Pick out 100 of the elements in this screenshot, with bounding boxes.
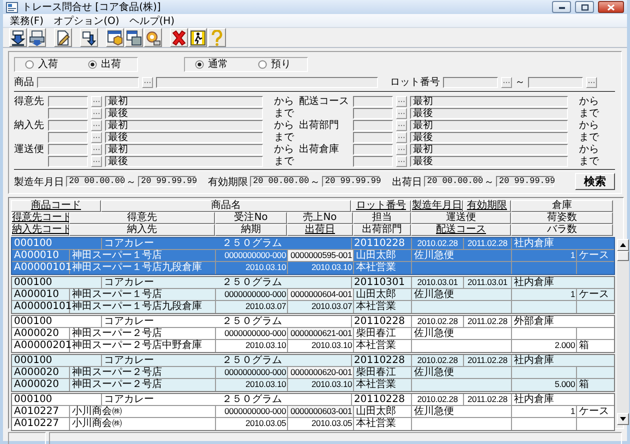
- lot-field[interactable]: [528, 76, 583, 88]
- browse-button[interactable]: [396, 120, 407, 130]
- maximize-button[interactable]: [575, 1, 594, 13]
- column-header[interactable]: 納入先: [69, 224, 215, 236]
- browse-button[interactable]: [91, 156, 102, 166]
- browse-button[interactable]: [396, 108, 407, 118]
- browse-button[interactable]: [501, 76, 512, 88]
- table-cell: 社内倉庫: [512, 238, 614, 250]
- code-field[interactable]: [48, 156, 88, 166]
- date-field[interactable]: 20 00.00.00: [424, 176, 482, 187]
- name-field[interactable]: 最初: [105, 144, 263, 154]
- code-field[interactable]: [353, 156, 393, 166]
- code-field[interactable]: [48, 144, 88, 154]
- name-field[interactable]: 最初: [410, 96, 568, 106]
- code-field[interactable]: [37, 76, 139, 88]
- column-header[interactable]: 有効期限: [463, 200, 511, 212]
- name-field[interactable]: 最後: [410, 156, 568, 166]
- date-field[interactable]: 20 99.99.99: [322, 176, 380, 187]
- search-button[interactable]: 検索: [575, 173, 615, 190]
- name-field[interactable]: 最後: [105, 132, 263, 142]
- date-field[interactable]: 20 00.00.00: [66, 176, 124, 187]
- field-label: 出荷倉庫: [299, 144, 339, 155]
- column-header[interactable]: 運送便: [411, 212, 511, 224]
- browse-button[interactable]: [586, 76, 597, 88]
- radio-button[interactable]: [195, 60, 204, 68]
- code-field[interactable]: [48, 120, 88, 130]
- toolbar-button[interactable]: [189, 28, 207, 47]
- menu-item[interactable]: オプション(O): [48, 14, 124, 28]
- code-field[interactable]: [353, 144, 393, 154]
- table-record[interactable]: 000100 コアカレー ２５０グラム 20110301 2010.03.01 2011.03.01 社内倉庫 A000010 神田スーパー１号店 0000000000-000 0000000604-001 山田太郎 佐川急便 1 ケース A00000101神田スーパー１号店九段倉庫 2010.03.07 2010.03.07 本社営業: [11, 276, 615, 314]
- column-header[interactable]: 商品名: [101, 200, 351, 212]
- code-field[interactable]: [48, 108, 88, 118]
- table-cell: 2011.02.28: [464, 238, 512, 250]
- column-header[interactable]: 売上No: [287, 212, 353, 224]
- browse-button[interactable]: [91, 144, 102, 154]
- code-field[interactable]: [353, 108, 393, 118]
- toolbar-button[interactable]: [80, 28, 98, 47]
- column-header[interactable]: ロット番号: [351, 200, 411, 212]
- lot-field[interactable]: [443, 76, 498, 88]
- close-button[interactable]: [598, 1, 624, 13]
- column-header[interactable]: 配送コース: [411, 224, 511, 236]
- toolbar-button[interactable]: [106, 28, 124, 47]
- code-field[interactable]: [353, 132, 393, 142]
- browse-button[interactable]: [396, 144, 407, 154]
- name-field[interactable]: 最後: [105, 156, 263, 166]
- column-header[interactable]: 荷姿数: [511, 212, 613, 224]
- column-header[interactable]: 倉庫: [511, 200, 613, 212]
- toolbar-button[interactable]: [28, 28, 46, 47]
- table-record[interactable]: 000100 コアカレー ２５０グラム 20110228 2010.02.28 2011.02.28 社内倉庫 A000020 神田スーパー２号店 0000000000-000 0000000620-001 柴田春江 佐川急便 A000020 神田スーパー２号店 2010.03.10 2010.03.10 本社営業 5.000 箱: [11, 354, 615, 392]
- date-field[interactable]: 20 99.99.99: [496, 176, 554, 187]
- browse-button[interactable]: [91, 96, 102, 106]
- column-header[interactable]: 担当: [353, 212, 411, 224]
- toolbar-button[interactable]: [170, 28, 188, 47]
- toolbar-button[interactable]: [54, 28, 72, 47]
- scroll-down-button[interactable]: [617, 413, 629, 425]
- column-header[interactable]: 出荷部門: [353, 224, 411, 236]
- column-header[interactable]: 受注No: [215, 212, 287, 224]
- code-field[interactable]: [48, 96, 88, 106]
- toolbar-button[interactable]: [144, 28, 162, 47]
- table-record[interactable]: 000100 コアカレー ２５０グラム 20110228 2010.02.28 2011.02.28 社内倉庫 A010227 小川商会㈱ 0000000000-000 0000000603-001 山田太郎 佐川急便 1 ケース A010227 小川商会㈱ 2010.03.05 2010.03.05 本社営業: [11, 393, 615, 431]
- minimize-button[interactable]: [552, 1, 571, 13]
- name-field[interactable]: 最初: [410, 144, 568, 154]
- column-header[interactable]: 納期: [215, 224, 287, 236]
- code-field[interactable]: [48, 132, 88, 142]
- column-header[interactable]: 得意先: [69, 212, 215, 224]
- column-header[interactable]: 製造年月日: [411, 200, 463, 212]
- radio-button[interactable]: [258, 60, 267, 68]
- scrollbar-thumb[interactable]: [617, 251, 629, 261]
- toolbar-button[interactable]: [9, 28, 27, 47]
- name-field[interactable]: 最初: [410, 120, 568, 130]
- radio-button[interactable]: [88, 60, 97, 68]
- name-field[interactable]: [156, 76, 378, 88]
- column-header[interactable]: 出荷日: [287, 224, 353, 236]
- code-field[interactable]: [353, 120, 393, 130]
- browse-button[interactable]: [91, 108, 102, 118]
- name-field[interactable]: 最初: [105, 120, 263, 130]
- name-field[interactable]: 最後: [105, 108, 263, 118]
- code-field[interactable]: [353, 96, 393, 106]
- menu-item[interactable]: 業務(F): [5, 14, 49, 28]
- table-cell: 佐川急便: [412, 289, 512, 301]
- table-record[interactable]: 000100 コアカレー ２５０グラム 20110228 2010.02.28 2011.02.28 社内倉庫 A000010 神田スーパー１号店 0000000000-000 0000000595-001 山田太郎 佐川急便 1 ケース A00000101神田スーパー１号店九段倉庫 2010.03.10 2010.03.10 本社営業: [11, 237, 615, 275]
- browse-button[interactable]: [142, 76, 153, 88]
- menu-item[interactable]: ヘルプ(H): [124, 14, 180, 28]
- name-field[interactable]: 最後: [410, 108, 568, 118]
- toolbar-button[interactable]: [125, 28, 143, 47]
- date-field[interactable]: 20 00.00.00: [250, 176, 308, 187]
- column-header[interactable]: バラ数: [511, 224, 613, 236]
- browse-button[interactable]: [91, 120, 102, 130]
- table-record[interactable]: 000100 コアカレー ２５０グラム 20110228 2010.02.28 2011.02.28 外部倉庫 A000020 神田スーパー２号店 0000000000-000 0000000621-001 柴田春江 佐川急便 A00000201神田スーパー２号店中野倉庫 2010.03.10 2010.03.10 本社営業 2.000 箱: [11, 315, 615, 353]
- browse-button[interactable]: [396, 156, 407, 166]
- date-field[interactable]: 20 99.99.99: [138, 176, 196, 187]
- scroll-up-button[interactable]: [617, 239, 629, 251]
- radio-button[interactable]: [25, 60, 34, 68]
- browse-button[interactable]: [396, 96, 407, 106]
- browse-button[interactable]: [91, 132, 102, 142]
- browse-button[interactable]: [396, 132, 407, 142]
- name-field[interactable]: 最初: [105, 96, 263, 106]
- column-header[interactable]: 商品コード: [11, 200, 101, 212]
- table-cell: 0000000603-001: [288, 406, 354, 418]
- name-field[interactable]: 最後: [410, 132, 568, 142]
